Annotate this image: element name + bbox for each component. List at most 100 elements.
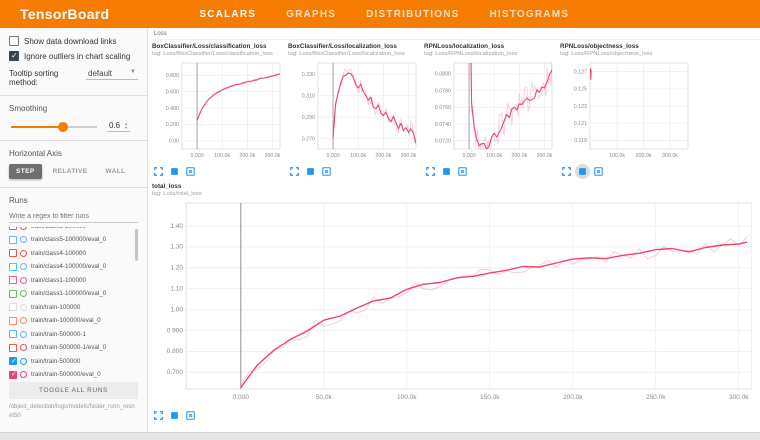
tab-distributions[interactable]: DISTRIBUTIONS [366,9,459,20]
tooltip-sort-row: Tooltip sorting method: default ▼ [9,68,138,87]
run-item[interactable]: train/train-500000-1/eval_0 [9,341,138,355]
fit-domain-icon[interactable] [185,410,196,421]
toggle-all-runs-button[interactable]: TOGGLE ALL RUNS [9,382,138,399]
svg-text:0.310: 0.310 [302,94,315,100]
full-size-icon[interactable] [169,410,180,421]
settings-checkbox-row[interactable]: Show data download links [9,36,138,46]
divider [0,95,147,96]
run-checkbox[interactable] [9,249,17,257]
full-size-icon[interactable] [441,166,452,177]
axis-button-step[interactable]: STEP [9,164,42,179]
chart-footer-icons [153,166,284,177]
chart-plot[interactable]: 0.8000.6000.4000.2000.000.000100.0k200.0… [152,59,284,165]
run-color-circle-icon [20,227,27,230]
run-name: train/class1-100000 [31,277,86,284]
divider [0,187,147,188]
large-chart-area: total_losstag: Loss/total_loss1.401.301.… [152,183,760,421]
svg-text:200.0k: 200.0k [636,153,652,159]
chart-footer-icons [561,166,692,177]
run-checkbox[interactable] [9,317,17,325]
checkbox-label: Ignore outliers in chart scaling [24,52,130,61]
expand-icon[interactable] [425,166,436,177]
run-item[interactable]: train/train-100000 [9,301,138,315]
svg-text:300.0k: 300.0k [537,153,553,159]
smoothing-value-box[interactable]: 0.6 ▲▼ [107,121,130,132]
fit-domain-icon[interactable] [321,166,332,177]
run-item[interactable]: train/train-500000-1 [9,328,138,342]
run-name: train/class5-100000 [31,227,86,230]
chart-tag: tag: Loss/total_loss [152,191,760,198]
run-checkbox[interactable] [9,330,17,338]
run-name: train/train-100000 [31,304,80,311]
run-checkbox[interactable] [9,227,17,230]
svg-text:0.290: 0.290 [302,115,315,121]
svg-text:0.0800: 0.0800 [435,72,451,78]
svg-text:0.121: 0.121 [574,121,587,127]
checkbox-checked-icon[interactable] [9,51,19,61]
run-item[interactable]: train/class4-100000 [9,247,138,261]
run-checkbox[interactable] [9,263,17,271]
smoothing-slider[interactable] [11,126,97,128]
full-size-icon[interactable] [305,166,316,177]
expand-icon[interactable] [153,410,164,421]
chart-plot[interactable]: 0.3300.3100.2900.2700.000100.0k200.0k300… [288,59,420,165]
tab-scalars[interactable]: SCALARS [199,9,256,20]
tooltip-sort-dropdown[interactable]: default ▼ [86,68,138,80]
svg-text:0.200: 0.200 [166,122,179,128]
axis-button-wall[interactable]: WALL [98,164,132,179]
fit-domain-icon[interactable] [593,166,604,177]
run-item[interactable]: train/class1-100000 [9,274,138,288]
run-checkbox[interactable] [9,303,17,311]
full-size-icon[interactable] [169,166,180,177]
run-checkbox[interactable] [9,357,17,365]
horizontal-axis-label: Horizontal Axis [9,149,138,158]
svg-text:300.0k: 300.0k [662,153,678,159]
runs-list-scrollbar[interactable] [135,229,138,261]
stepper-icon[interactable]: ▲▼ [124,122,128,130]
expand-icon[interactable] [561,166,572,177]
checkbox-unchecked-icon[interactable] [9,36,19,46]
run-checkbox[interactable] [9,344,17,352]
run-checkbox[interactable] [9,236,17,244]
chart-tag: tag: Loss/RPNLoss/objectness_loss [560,51,692,58]
app-header: TensorBoard SCALARSGRAPHSDISTRIBUTIONSHI… [0,0,760,28]
axis-button-relative[interactable]: RELATIVE [46,164,95,179]
chart-tag: tag: Loss/BoxClassifier/Loss/localizatio… [288,51,420,58]
fit-domain-icon[interactable] [457,166,468,177]
svg-text:0.330: 0.330 [302,72,315,78]
run-checkbox[interactable] [9,290,17,298]
nav-tabs: SCALARS GRAPHS DISTRIBUTIONS HISTOGRAMS [199,9,569,20]
expand-icon[interactable] [153,166,164,177]
chevron-down-icon: ▼ [130,69,136,78]
run-color-circle-icon [20,358,27,365]
fit-domain-icon[interactable] [185,166,196,177]
run-item[interactable]: train/class5-100000/eval_0 [9,233,138,247]
svg-text:100.0k: 100.0k [609,153,625,159]
chart-plot[interactable]: 1.401.301.201.101.000.9000.8000.7000.000… [152,199,752,409]
run-item[interactable]: train/class4-100000/eval_0 [9,260,138,274]
svg-text:0.00: 0.00 [169,139,179,145]
run-item[interactable]: train/train-100000/eval_0 [9,314,138,328]
slider-thumb[interactable] [58,122,68,132]
sidebar-checkboxes: Show data download links Ignore outliers … [9,36,138,61]
full-size-icon[interactable] [577,166,588,177]
svg-text:1.30: 1.30 [170,244,183,251]
expand-icon[interactable] [289,166,300,177]
tag-group-label[interactable]: Loss [152,30,760,40]
run-item[interactable]: train/class1-100000/eval_0 [9,287,138,301]
tab-graphs[interactable]: GRAPHS [286,9,336,20]
run-checkbox[interactable] [9,276,17,284]
chart-plot[interactable]: 0.08000.07800.07600.07400.07200.000100.0… [424,59,556,165]
tensorboard-app: TensorBoard SCALARSGRAPHSDISTRIBUTIONSHI… [0,0,760,440]
chart-plot[interactable]: 0.1270.1250.1230.1210.119100.0k200.0k300… [560,59,692,165]
svg-text:0.000: 0.000 [326,153,339,159]
run-item[interactable]: train/train-500000 [9,355,138,369]
chart-title: BoxClassifier/Loss/classification_loss [152,43,284,51]
settings-checkbox-row[interactable]: Ignore outliers in chart scaling [9,51,138,61]
run-color-circle-icon [20,344,27,351]
tab-histograms[interactable]: HISTOGRAMS [490,9,570,20]
run-checkbox[interactable] [9,371,17,379]
runs-filter-input[interactable] [9,211,138,223]
run-item[interactable]: train/train-500000/eval_0 [9,368,138,379]
svg-text:0.0720: 0.0720 [435,139,451,145]
